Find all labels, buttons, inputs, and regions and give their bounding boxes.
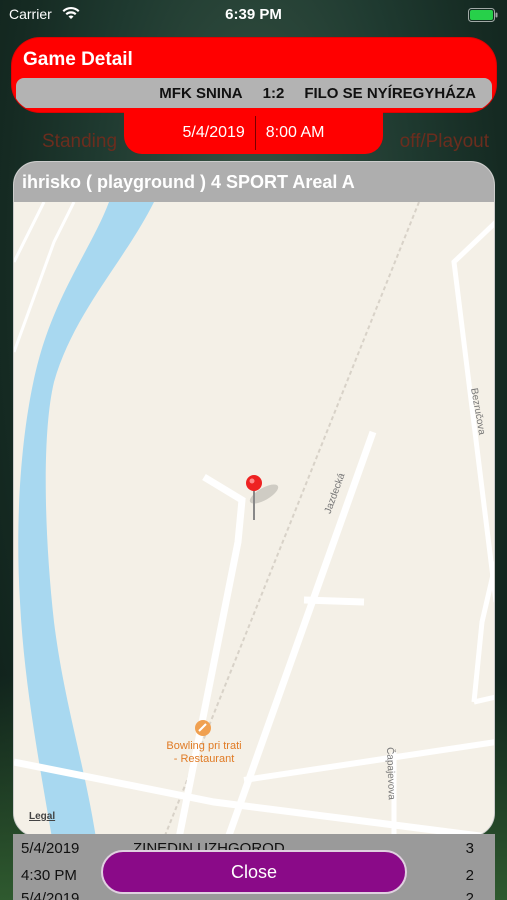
map-view[interactable] (14, 202, 495, 837)
status-time: 6:39 PM (225, 6, 282, 23)
date-time-tab: 5/4/2019 8:00 AM (124, 112, 383, 154)
street-label-capajevova: Čapajevova (383, 746, 397, 801)
playoff-tab-label[interactable]: off/Playout (400, 131, 489, 153)
standings-tab-label[interactable]: Standing (42, 131, 117, 153)
battery-icon (468, 8, 498, 22)
game-date: 5/4/2019 (182, 124, 245, 141)
score: 1:2 (262, 84, 285, 102)
away-team: FILO SE NYÍREGYHÁZA (304, 84, 476, 102)
status-bar: Carrier 6:39 PM (0, 0, 507, 30)
divider (254, 116, 256, 150)
poi-label[interactable]: Bowling pri trati - Restaurant (166, 740, 242, 766)
page-title: Game Detail (23, 49, 133, 70)
game-time: 8:00 AM (265, 124, 325, 141)
game-detail-header: Game Detail MFK SNINA 1:2 FILO SE NYÍREG… (12, 38, 496, 112)
teams-bar: MFK SNINA 1:2 FILO SE NYÍREGYHÁZA (16, 78, 492, 108)
map-card: ihrisko ( playground ) 4 SPORT Areal A J… (13, 161, 495, 837)
legal-link[interactable]: Legal (29, 811, 55, 822)
venue-title: ihrisko ( playground ) 4 SPORT Areal A (14, 162, 494, 202)
close-button[interactable]: Close (101, 850, 407, 894)
home-team: MFK SNINA (159, 84, 243, 102)
